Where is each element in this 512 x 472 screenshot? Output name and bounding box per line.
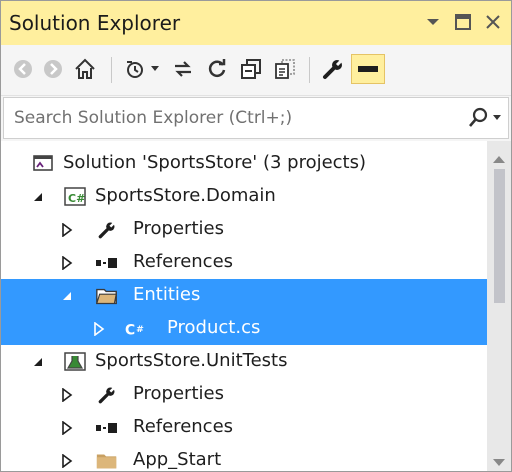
tree-item-entities-folder[interactable]: Entities <box>1 279 487 312</box>
tree-item-label: Properties <box>133 383 224 404</box>
folder-icon <box>95 450 119 471</box>
csharp-project-icon: C# <box>63 186 87 208</box>
window-controls <box>423 11 503 33</box>
sync-with-active-document-icon[interactable] <box>169 54 197 84</box>
dropdown-arrow-icon[interactable] <box>423 11 443 33</box>
solution-tree: Solution 'SportsStore' (3 projects) C# S… <box>1 141 487 471</box>
tree-item-domain-properties[interactable]: Properties <box>1 213 487 246</box>
wrench-icon <box>95 219 119 241</box>
search-button[interactable] <box>467 107 502 129</box>
tree-item-domain-project[interactable]: C# SportsStore.Domain <box>1 180 487 213</box>
tree-item-product-file[interactable]: C # Product.cs <box>1 312 487 345</box>
toolbar-separator <box>309 57 310 83</box>
collapsed-arrow-icon[interactable] <box>59 387 75 403</box>
home-icon[interactable] <box>71 54 99 84</box>
tree-item-label: References <box>133 251 234 272</box>
tree-item-domain-references[interactable]: References <box>1 246 487 279</box>
tree-item-unittests-project[interactable]: SportsStore.UnitTests <box>1 345 487 378</box>
show-all-files-icon[interactable] <box>271 54 299 84</box>
references-icon <box>95 252 119 274</box>
scroll-down-arrow-icon[interactable] <box>492 453 506 471</box>
tree-item-label: Solution 'SportsStore' (3 projects) <box>63 152 367 173</box>
tree-item-label: SportsStore.Domain <box>95 185 276 206</box>
tree-item-label: App_Start <box>133 449 222 470</box>
svg-text:C: C <box>125 323 135 339</box>
tree-item-label: Product.cs <box>167 317 261 338</box>
expanded-arrow-icon[interactable] <box>59 288 75 304</box>
search-box[interactable] <box>3 97 509 139</box>
search-options-dropdown-icon <box>493 115 501 120</box>
search-icon <box>469 107 488 127</box>
vertical-scrollbar[interactable] <box>487 141 511 471</box>
collapsed-arrow-icon[interactable] <box>59 222 75 238</box>
tree-item-tests-properties[interactable]: Properties <box>1 378 487 411</box>
solution-icon <box>31 153 55 175</box>
window-title: Solution Explorer <box>9 11 181 35</box>
csharp-file-icon: C # <box>125 318 149 340</box>
tree-item-label: Entities <box>133 284 201 305</box>
wrench-icon <box>95 384 119 406</box>
tree-item-tests-references[interactable]: References <box>1 411 487 444</box>
expanded-arrow-icon[interactable] <box>30 354 46 370</box>
collapsed-arrow-icon[interactable] <box>91 321 107 337</box>
scrollbar-thumb[interactable] <box>494 169 505 303</box>
expanded-arrow-icon[interactable] <box>30 189 46 205</box>
open-folder-icon <box>95 285 119 307</box>
collapsed-arrow-icon[interactable] <box>59 420 75 436</box>
solution-explorer-window: Solution Explorer Search Solution Explor… <box>0 0 512 472</box>
forward-icon[interactable] <box>39 54 67 84</box>
toolbar <box>1 45 511 96</box>
tree-item-label: References <box>133 416 234 437</box>
filter-dropdown-icon[interactable] <box>147 54 163 84</box>
svg-text:#: # <box>136 324 144 335</box>
collapsed-arrow-icon[interactable] <box>59 453 75 469</box>
search-input[interactable] <box>12 107 456 129</box>
toolbar-separator <box>111 57 112 83</box>
refresh-icon[interactable] <box>203 54 231 84</box>
references-icon <box>95 417 119 439</box>
preview-selected-items-icon[interactable] <box>351 54 385 84</box>
maximize-icon[interactable] <box>453 11 473 33</box>
tree-item-label: SportsStore.UnitTests <box>95 350 288 371</box>
tree-item-app-start-folder[interactable]: App_Start <box>1 444 487 471</box>
tree-item-solution[interactable]: Solution 'SportsStore' (3 projects) <box>1 147 487 180</box>
svg-text:C#: C# <box>68 192 85 205</box>
properties-wrench-icon[interactable] <box>319 54 347 84</box>
collapsed-arrow-icon[interactable] <box>59 255 75 271</box>
pending-changes-filter-icon[interactable] <box>121 54 149 84</box>
scroll-up-arrow-icon[interactable] <box>492 149 506 168</box>
tree-item-label: Properties <box>133 218 224 239</box>
title-bar: Solution Explorer <box>1 1 511 45</box>
back-icon[interactable] <box>9 54 37 84</box>
close-icon[interactable] <box>483 11 503 33</box>
collapse-all-icon[interactable] <box>237 54 265 84</box>
test-project-icon <box>63 351 87 373</box>
